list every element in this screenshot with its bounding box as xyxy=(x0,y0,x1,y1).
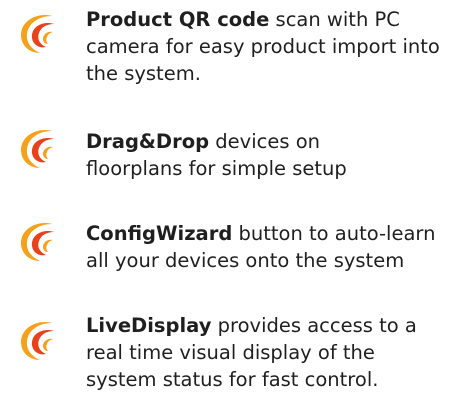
feature-title: Drag&Drop xyxy=(86,130,210,153)
feature-list: Product QR code scan with PC camera for … xyxy=(0,0,475,403)
feature-line-2: real time visual display of the xyxy=(86,341,375,364)
feature-text: LiveDisplay provides access to a real ti… xyxy=(86,312,471,393)
feature-line-1: provides access to a xyxy=(211,314,417,337)
swirl-logo-icon xyxy=(17,318,61,362)
swirl-logo-icon xyxy=(17,126,61,170)
feature-text: Product QR code scan with PC camera for … xyxy=(86,6,471,87)
feature-line-1: button to auto-learn xyxy=(232,222,436,245)
feature-line-3: the system. xyxy=(86,62,201,85)
feature-title: LiveDisplay xyxy=(86,314,212,337)
feature-line-1: scan with PC xyxy=(269,8,400,31)
feature-line-2: all your devices onto the system xyxy=(86,249,405,272)
swirl-logo-icon xyxy=(17,11,61,55)
feature-text: ConfigWizard button to auto-learn all yo… xyxy=(86,220,471,274)
feature-title: ConfigWizard xyxy=(86,222,233,245)
swirl-logo-icon xyxy=(17,219,61,263)
feature-line-1: devices on xyxy=(209,130,320,153)
feature-title: Product QR code xyxy=(86,8,270,31)
feature-text: Drag&Drop devices on floorplans for simp… xyxy=(86,128,471,182)
feature-line-3: system status for fast control. xyxy=(86,368,379,391)
feature-line-2: floorplans for simple setup xyxy=(86,157,347,180)
feature-line-2: camera for easy product import into xyxy=(86,35,440,58)
